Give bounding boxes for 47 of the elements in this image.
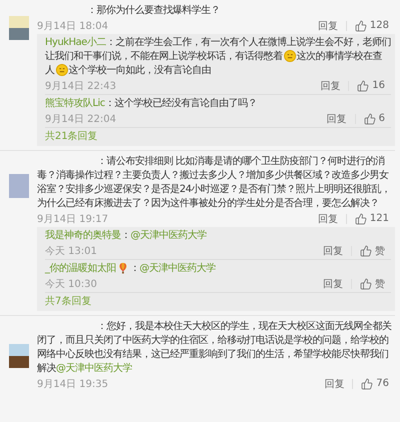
- username-link[interactable]: 我是神奇的奥特曼: [45, 230, 121, 241]
- reply-link[interactable]: 回复: [326, 112, 347, 126]
- timestamp: 今天 10:30: [45, 278, 98, 290]
- reply-link[interactable]: 回复: [318, 18, 338, 32]
- username-link[interactable]: HyukHae小二: [45, 37, 106, 48]
- timestamp: 9月14日 19:35: [37, 378, 110, 390]
- like-button[interactable]: 赞: [360, 244, 391, 258]
- balloon-icon: [117, 262, 129, 274]
- like-button[interactable]: 128: [354, 20, 395, 32]
- like-button[interactable]: 6: [364, 112, 391, 124]
- thumbs-up-icon: [354, 20, 367, 32]
- smiley-icon: [56, 64, 68, 76]
- reply-link[interactable]: 回复: [323, 244, 343, 258]
- timestamp: 今天 13:01: [45, 244, 98, 258]
- thumbs-up-icon: [360, 244, 372, 256]
- thumbs-up-icon: [357, 80, 370, 92]
- mention-link[interactable]: @天津中医药大学: [140, 263, 216, 274]
- reply-link[interactable]: 回复: [323, 276, 343, 290]
- avatar[interactable]: [9, 344, 29, 368]
- comment-text: ：您好，我是本校住天大校区的学生，现在天大校区这面无线网全都关闭了，而且只关闭了中医药大学的住宿区，给移动打电话说是学校的问题，给学校的网络中心反映也没有结果，这已经严重影响到了我们的生活，希望学校能尽快帮我们解决@天津中医药大学: [37, 320, 392, 376]
- username-link[interactable]: _你的温暖如太阳: [45, 263, 116, 274]
- like-button[interactable]: 赞: [360, 276, 391, 290]
- smiley-icon: [284, 50, 296, 62]
- thumbs-up-icon: [364, 112, 376, 124]
- reply-text: 我是神奇的奥特曼：@天津中医药大学: [45, 229, 208, 243]
- comment-text: ：那你为什么要查找爆料学生？: [86, 4, 221, 18]
- reply-link[interactable]: 回复: [320, 78, 340, 92]
- thumbs-up-icon: [361, 378, 374, 390]
- mention-link[interactable]: @天津中医药大学: [56, 363, 132, 374]
- reply-text: HyukHae小二：之前在学生会工作，有一次有个人在微博上说学生会不好，老师们让我们和干事们说，不能在网上说学校坏话，有话得憋着 这次的事情学校在查人 这个学校一向如此，没有言论自由: [45, 36, 391, 78]
- like-button[interactable]: 76: [361, 378, 395, 390]
- avatar[interactable]: [9, 16, 29, 40]
- timestamp: 9月14日 18:04: [37, 20, 110, 32]
- reply-text: 熊宝特攻队Lic：这个学校已经没有言论自由了吗？: [45, 97, 258, 111]
- comment-text: ：请公布安排细则 比如消毒是请的哪个卫生防疫部门？何时进行的消毒？消毒操作过程？主要负责人？搬过去多少人？增加多少供餐区域？改造多少男女浴室？安排多少巡逻保安？是否是24小时巡逻？是否有门禁？照片上明明还很脏乱，为什么已经有床搬进去了？因为这件事被处分的学生处分是否合理，要怎么解决？: [37, 155, 392, 211]
- reply-link[interactable]: 回复: [324, 376, 344, 390]
- timestamp: 9月14日 19:17: [37, 212, 110, 226]
- username-link[interactable]: 熊宝特攻队Lic: [45, 98, 105, 109]
- reply-text: _你的温暖如太阳 ：@天津中医药大学: [45, 262, 216, 276]
- like-button[interactable]: 16: [357, 80, 391, 92]
- thumbs-up-icon: [360, 278, 372, 290]
- thumbs-up-icon: [354, 212, 367, 224]
- reply-link[interactable]: 回复: [318, 212, 338, 226]
- mention-link[interactable]: @天津中医药大学: [130, 230, 206, 241]
- timestamp: 9月14日 22:04: [45, 112, 118, 126]
- like-button[interactable]: 121: [354, 212, 395, 224]
- timestamp: 9月14日 22:43: [45, 80, 118, 92]
